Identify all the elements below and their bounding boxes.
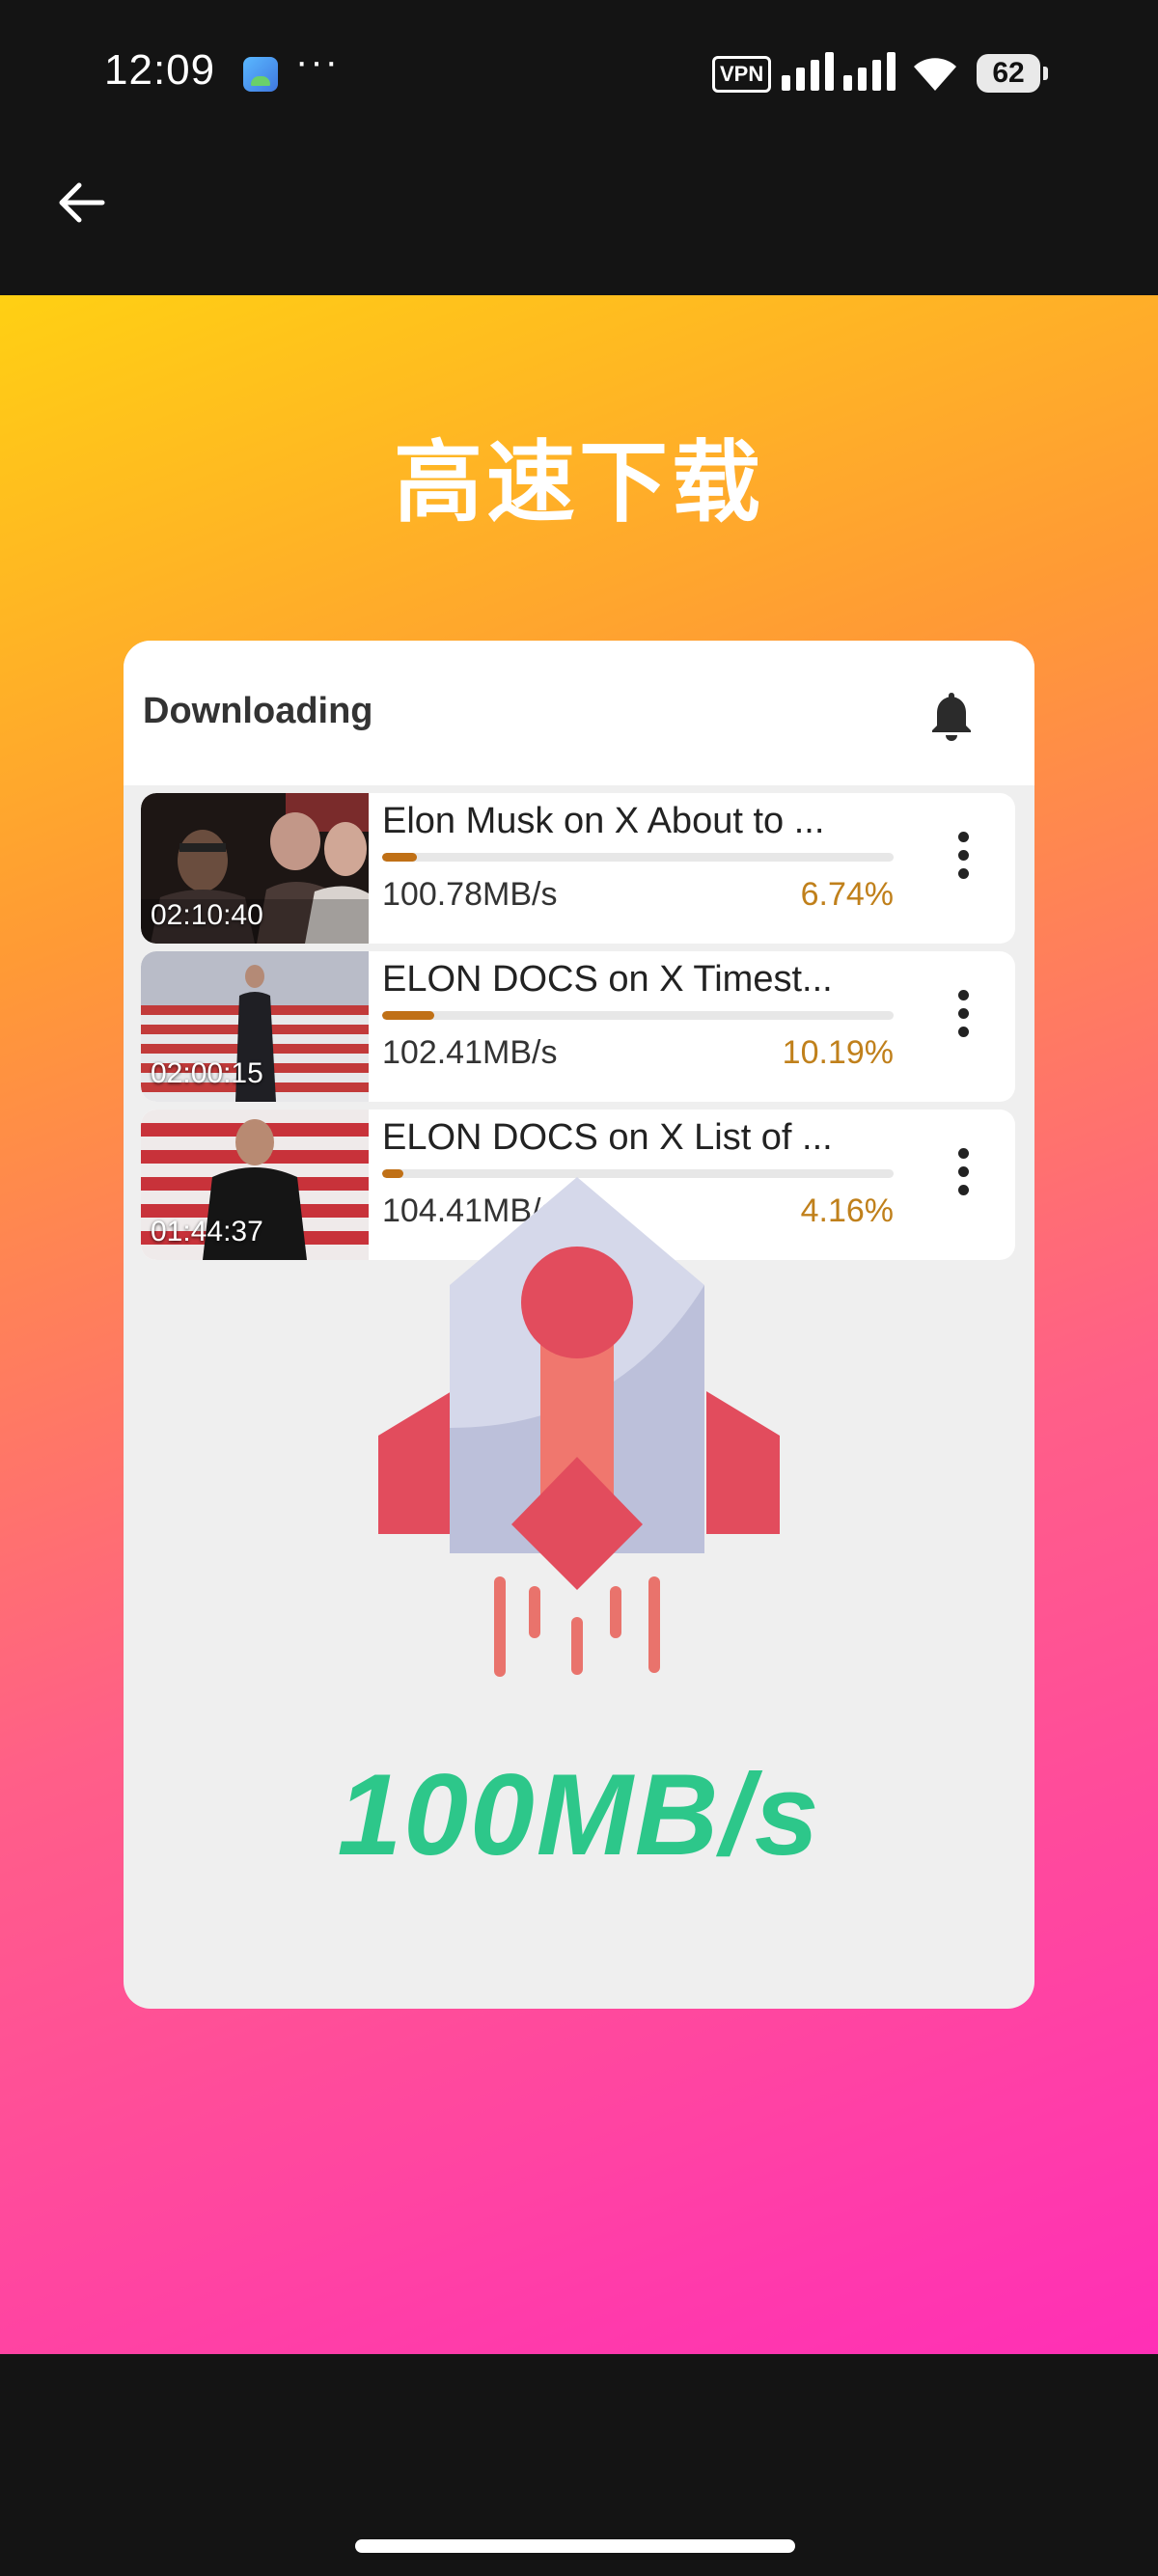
video-duration: 02:10:40 (151, 899, 263, 931)
more-vertical-icon[interactable] (955, 1148, 971, 1206)
download-item[interactable]: 02:10:40 Elon Musk on X About to ... 100… (141, 793, 1015, 944)
video-duration: 01:44:37 (151, 1216, 263, 1247)
download-percent: 6.74% (800, 876, 894, 913)
battery-icon: 62 (977, 54, 1048, 93)
more-vertical-icon[interactable] (955, 990, 971, 1048)
video-thumbnail: 02:10:40 (141, 793, 369, 944)
rocket-icon (378, 1177, 780, 1677)
download-progress-fill (382, 1011, 434, 1020)
bell-icon[interactable] (928, 689, 975, 743)
video-thumbnail: 01:44:37 (141, 1110, 369, 1260)
downloading-heading: Downloading (143, 691, 373, 731)
home-indicator[interactable] (355, 2539, 795, 2553)
download-progress-fill (382, 853, 417, 862)
more-notifications-icon: ··· (295, 41, 340, 83)
more-vertical-icon[interactable] (955, 832, 971, 890)
download-title: Elon Musk on X About to ... (382, 801, 825, 841)
promo-title: 高速下载 (393, 434, 764, 533)
download-preview-card: Downloading 02:10:40 Elon Musk on X Abou… (124, 641, 1034, 2009)
video-thumbnail: 02:00:15 (141, 951, 369, 1102)
download-progress-bar (382, 853, 894, 862)
status-time: 12:09 (104, 46, 216, 94)
back-arrow-icon[interactable] (54, 176, 108, 230)
video-duration: 02:00:15 (151, 1057, 263, 1089)
promo-banner: 高速下载 Downloading 02:10:40 Elon Musk on X… (0, 295, 1158, 2354)
download-percent: 4.16% (800, 1192, 894, 1229)
download-speed: 102.41MB/s (382, 1034, 558, 1071)
signal-icon (782, 52, 896, 91)
download-progress-bar (382, 1011, 894, 1020)
download-percent: 10.19% (782, 1034, 894, 1071)
download-speed: 100.78MB/s (382, 876, 558, 913)
speed-promo-label: 100MB/s (337, 1750, 821, 1879)
status-bar: 12:09 ··· VPN 62 (0, 0, 1158, 145)
download-item[interactable]: 02:00:15 ELON DOCS on X Timest... 102.41… (141, 951, 1015, 1102)
gallery-app-icon (243, 57, 278, 92)
download-title: ELON DOCS on X Timest... (382, 959, 833, 1000)
wifi-icon (914, 58, 956, 91)
download-title: ELON DOCS on X List of ... (382, 1117, 833, 1158)
vpn-icon: VPN (712, 56, 772, 93)
card-header: Downloading (124, 641, 1034, 785)
